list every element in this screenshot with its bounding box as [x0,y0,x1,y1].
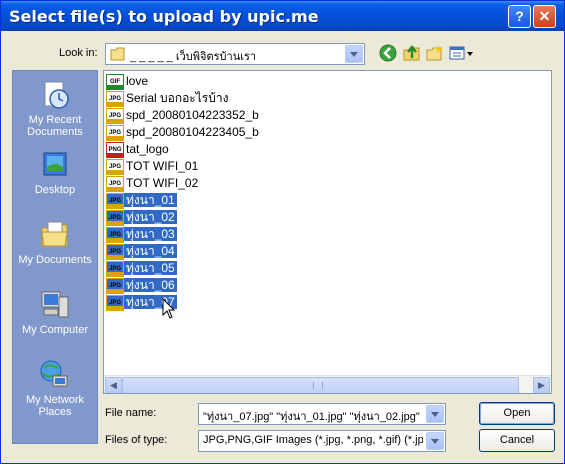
window-title: Select file(s) to upload by upic.me [9,7,319,26]
place-my-computer[interactable]: My Computer [13,289,97,336]
file-name: spd_20080104223352_b [126,108,259,122]
place-my-network-places[interactable]: My Network Places [13,359,97,418]
gif-file-icon: GIF [106,74,124,90]
my-documents-icon [41,221,68,247]
place-label: My Computer [21,324,89,336]
file-name: ทุ่งนา_04 [124,244,177,258]
look-in-dropdown[interactable]: _ _ _ _ _ เว็บพิจิตรบ้านเรา [105,43,365,65]
my-computer-icon [41,291,69,318]
scroll-right-button[interactable]: ▶ [533,377,550,393]
file-name: TOT WIFI_02 [126,176,199,190]
file-name: ทุ่งนา_06 [124,278,177,292]
cancel-button[interactable]: Cancel [479,429,555,452]
jpg-file-icon: JPG [106,210,124,226]
files-of-type-label: Files of type: [105,434,168,446]
file-name: Serial บอกอะไรบ้าง [126,91,229,105]
place-label: My Network [25,394,85,406]
help-button[interactable]: ? [508,5,531,28]
back-icon[interactable] [379,44,397,62]
place-label: Places [38,406,72,418]
folder-icon [110,47,125,61]
place-my-documents[interactable]: My Documents [13,219,97,266]
file-name: love [126,74,149,88]
file-name: ทุ่งนา_02 [124,210,177,224]
jpg-file-icon: JPG [106,159,124,175]
recent-documents-icon [44,81,69,109]
up-folder-icon[interactable] [403,44,421,62]
place-desktop[interactable]: Desktop [13,149,97,196]
mouse-pointer-icon [162,298,176,319]
file-name-label: File name: [105,407,157,419]
look-in-label: Look in: [59,47,98,59]
file-name-value: "ทุ่งนา_07.jpg" "ทุ่งนา_01.jpg" "ทุ่งนา_… [203,411,423,423]
jpg-file-icon: JPG [106,227,124,243]
jpg-file-icon: JPG [106,295,124,311]
desktop-icon [43,152,67,176]
file-name: tat_logo [126,142,169,156]
file-name: ทุ่งนา_03 [124,227,177,241]
jpg-file-icon: JPG [106,108,124,124]
places-bar: My Recent Documents Desktop My Documents [12,70,98,444]
scrollbar-thumb[interactable] [122,377,519,393]
jpg-file-icon: JPG [106,193,124,209]
files-of-type-dropdown[interactable]: JPG,PNG,GIF Images (*.jpg, *.png, *.gif)… [198,430,446,452]
place-my-recent-documents[interactable]: My Recent Documents [13,79,97,138]
jpg-file-icon: JPG [106,125,124,141]
place-label: My Documents [18,254,92,266]
close-button[interactable]: ✕ [533,5,556,28]
file-list[interactable]: GIF love JPG Serial บอกอะไรบ้าง JPG spd_20080… [103,70,552,394]
open-button[interactable]: Open [479,402,555,425]
file-name: ทุ่งนา_01 [124,193,177,207]
views-menu-icon[interactable] [449,44,475,62]
place-label: Desktop [34,184,76,196]
place-label: My Recent [28,114,82,126]
file-name: spd_20080104223405_b [126,125,259,139]
jpg-file-icon: JPG [106,91,124,107]
file-name: ทุ่งนา_05 [124,261,177,275]
png-file-icon: PNG [106,142,124,158]
place-label: Documents [27,126,83,138]
scroll-left-button[interactable]: ◀ [105,377,122,393]
title-bar[interactable]: Select file(s) to upload by upic.me ? ✕ [1,1,564,31]
file-upload-dialog: Select file(s) to upload by upic.me ? ✕ … [0,0,565,464]
look-in-value: _ _ _ _ _ เว็บพิจิตรบ้านเรา [130,51,257,63]
new-folder-icon[interactable] [426,44,444,62]
horizontal-scrollbar[interactable]: ◀ ▶ [104,375,551,393]
look-in-dropdown-button[interactable] [345,45,363,63]
file-name: TOT WIFI_01 [126,159,199,173]
jpg-file-icon: JPG [106,278,124,294]
network-places-icon [40,360,68,387]
files-of-type-dropdown-button[interactable] [426,432,444,450]
jpg-file-icon: JPG [106,261,124,277]
file-name-dropdown-button[interactable] [426,405,444,423]
files-of-type-value: JPG,PNG,GIF Images (*.jpg, *.png, *.gif)… [203,434,423,446]
jpg-file-icon: JPG [106,176,124,192]
jpg-file-icon: JPG [106,244,124,260]
file-name-input[interactable]: "ทุ่งนา_07.jpg" "ทุ่งนา_01.jpg" "ทุ่งนา_… [198,403,446,425]
